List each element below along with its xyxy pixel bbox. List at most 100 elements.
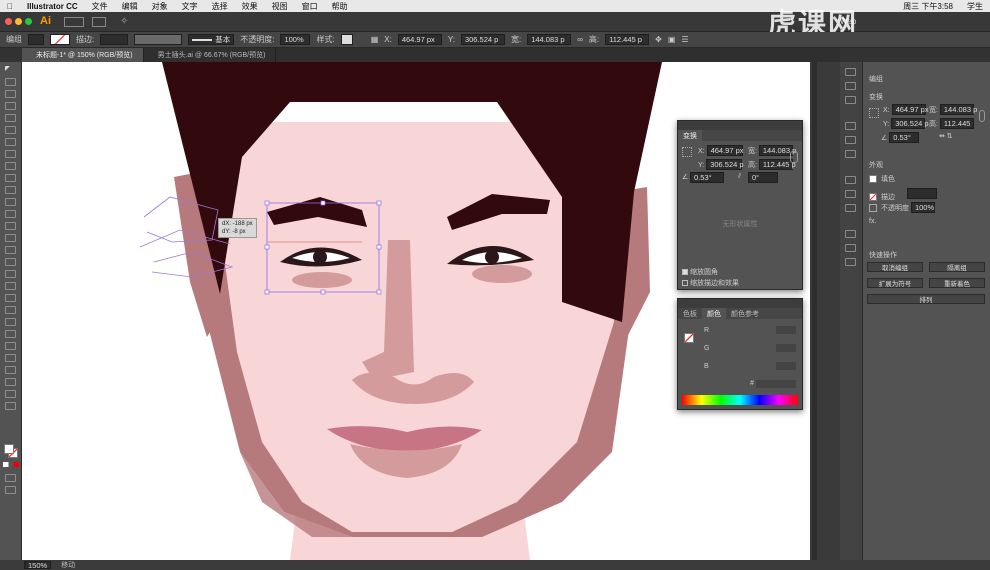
panel-header[interactable] bbox=[678, 121, 802, 130]
menu-window[interactable]: 窗口 bbox=[295, 1, 325, 12]
magic-wand-tool-icon[interactable] bbox=[5, 90, 16, 98]
pen-tool-icon[interactable] bbox=[5, 114, 16, 122]
opacity-row[interactable]: 不透明度 100% bbox=[869, 202, 935, 213]
stroke-weight-field[interactable] bbox=[100, 34, 129, 45]
transform-w-field[interactable]: 144.083 p bbox=[758, 145, 796, 156]
flip-icons[interactable]: ⇹ ⇅ bbox=[939, 132, 953, 140]
tab-male-head[interactable]: 男士插头.ai @ 66.67% (RGB/预览) bbox=[144, 48, 277, 62]
gradient-panel-icon[interactable] bbox=[845, 190, 856, 198]
isolate-group-button[interactable]: 隔离组 bbox=[929, 262, 985, 272]
variable-width-field[interactable] bbox=[134, 34, 183, 45]
type-tool-icon[interactable] bbox=[5, 138, 16, 146]
menu-type[interactable]: 文字 bbox=[175, 1, 205, 12]
transparency-panel-icon[interactable] bbox=[845, 204, 856, 212]
menu-file[interactable]: 文件 bbox=[85, 1, 115, 12]
libraries-icon[interactable] bbox=[845, 96, 856, 104]
checkbox-checked[interactable] bbox=[682, 269, 688, 276]
menu-select[interactable]: 选择 bbox=[205, 1, 235, 12]
apple-icon[interactable]:  bbox=[0, 2, 20, 11]
prop-w-field[interactable]: 144.083 p bbox=[939, 104, 977, 115]
panel-header[interactable] bbox=[678, 299, 802, 308]
shaper-tool-icon[interactable] bbox=[5, 198, 16, 206]
tab-transform[interactable]: 变换 bbox=[678, 130, 702, 141]
appearance-panel-icon[interactable] bbox=[845, 230, 856, 238]
ungroup-button[interactable]: 取消编组 bbox=[867, 262, 923, 272]
line-tool-icon[interactable] bbox=[5, 150, 16, 158]
gradient-tool-icon[interactable] bbox=[5, 306, 16, 314]
rectangle-tool-icon[interactable] bbox=[5, 162, 16, 170]
menu-help[interactable]: 帮助 bbox=[325, 1, 355, 12]
free-transform-tool-icon[interactable] bbox=[5, 258, 16, 266]
link-icon[interactable]: ∞ bbox=[577, 35, 583, 44]
height-field[interactable]: 112.445 p bbox=[605, 34, 650, 45]
tab-color[interactable]: 颜色 bbox=[702, 308, 726, 319]
prop-opacity-field[interactable]: 100% bbox=[910, 202, 935, 213]
fill-swatch-icon[interactable] bbox=[869, 175, 877, 184]
menu-effect[interactable]: 效果 bbox=[235, 1, 265, 12]
color-spectrum-bar[interactable] bbox=[682, 395, 798, 405]
lasso-tool-icon[interactable] bbox=[5, 102, 16, 110]
stock-icon[interactable] bbox=[92, 17, 106, 27]
rotate-field[interactable]: 0.53° bbox=[690, 172, 724, 183]
stroke-swatch[interactable] bbox=[50, 34, 70, 45]
pencil-tool-icon[interactable] bbox=[5, 186, 16, 194]
menu-icon[interactable]: ☰ bbox=[681, 35, 688, 44]
checkbox-unchecked[interactable] bbox=[682, 280, 688, 287]
bridge-icon[interactable] bbox=[64, 17, 84, 27]
menu-edit[interactable]: 编辑 bbox=[115, 1, 145, 12]
r-value-field[interactable] bbox=[776, 326, 796, 334]
arrange-button[interactable]: 排列 bbox=[867, 294, 985, 304]
properties-icon[interactable] bbox=[845, 68, 856, 76]
hex-field[interactable] bbox=[756, 380, 796, 388]
symbol-sprayer-tool-icon[interactable] bbox=[5, 342, 16, 350]
expand-symbol-button[interactable]: 扩展为符号 bbox=[867, 278, 923, 288]
transform-icon[interactable]: ✥ bbox=[655, 35, 662, 44]
user-name[interactable]: 学生 bbox=[960, 1, 990, 12]
recolor-button[interactable]: 重新着色 bbox=[929, 278, 985, 288]
tab-untitled-1[interactable]: 未标题-1* @ 150% (RGB/预览) bbox=[22, 48, 144, 62]
width-field[interactable]: 144.083 p bbox=[527, 34, 572, 45]
artboard-tool-icon[interactable] bbox=[5, 366, 16, 374]
direct-selection-tool-icon[interactable] bbox=[5, 78, 16, 86]
fill-row[interactable]: 填色 bbox=[869, 174, 895, 184]
eyedropper-tool-icon[interactable] bbox=[5, 318, 16, 326]
minimize-window-button[interactable] bbox=[15, 18, 22, 25]
stroke-swatch-icon[interactable] bbox=[869, 193, 877, 202]
zoom-window-button[interactable] bbox=[25, 18, 32, 25]
paragraph-icon[interactable] bbox=[845, 136, 856, 144]
align-icon[interactable]: ▦ bbox=[371, 35, 379, 44]
selection-tool-icon[interactable] bbox=[5, 66, 10, 71]
color-stroke-swatch[interactable] bbox=[684, 333, 694, 343]
shape-builder-tool-icon[interactable] bbox=[5, 270, 16, 278]
scroll-track[interactable] bbox=[812, 62, 817, 560]
drawing-modes-icon[interactable] bbox=[5, 474, 16, 482]
perspective-grid-tool-icon[interactable] bbox=[5, 282, 16, 290]
layers-icon[interactable] bbox=[845, 82, 856, 90]
reference-point-icon[interactable] bbox=[682, 147, 692, 157]
prop-constrain-icon[interactable] bbox=[979, 110, 985, 122]
tab-swatches[interactable]: 色板 bbox=[678, 308, 702, 319]
graphic-style-swatch[interactable] bbox=[340, 34, 353, 45]
app-menu[interactable]: Illustrator CC bbox=[20, 2, 85, 11]
character-icon[interactable] bbox=[845, 122, 856, 130]
menu-object[interactable]: 对象 bbox=[145, 1, 175, 12]
opentype-icon[interactable] bbox=[845, 150, 856, 158]
eraser-tool-icon[interactable] bbox=[5, 210, 16, 218]
color-mode-icon[interactable] bbox=[3, 462, 19, 467]
mesh-tool-icon[interactable] bbox=[5, 294, 16, 302]
brush-style-field[interactable]: 基本 bbox=[188, 34, 235, 45]
paintbrush-tool-icon[interactable] bbox=[5, 174, 16, 182]
prop-stroke-weight[interactable] bbox=[907, 188, 937, 199]
transform-x-field[interactable]: 464.97 px bbox=[706, 145, 744, 156]
reference-point-icon[interactable] bbox=[869, 108, 879, 118]
blend-tool-icon[interactable] bbox=[5, 330, 16, 338]
vertical-scrollbar-area[interactable] bbox=[810, 62, 840, 560]
prop-h-field[interactable]: 112.445 bbox=[939, 118, 974, 129]
isolate-icon[interactable]: ▣ bbox=[668, 35, 676, 44]
column-graph-tool-icon[interactable] bbox=[5, 354, 16, 362]
zoom-tool-icon[interactable] bbox=[5, 402, 16, 410]
opacity-field[interactable]: 100% bbox=[280, 34, 311, 45]
menu-view[interactable]: 视图 bbox=[265, 1, 295, 12]
scale-strokes-option[interactable]: 缩放描边和效果 bbox=[682, 278, 739, 288]
gpu-icon[interactable]: ✧ bbox=[120, 16, 128, 27]
